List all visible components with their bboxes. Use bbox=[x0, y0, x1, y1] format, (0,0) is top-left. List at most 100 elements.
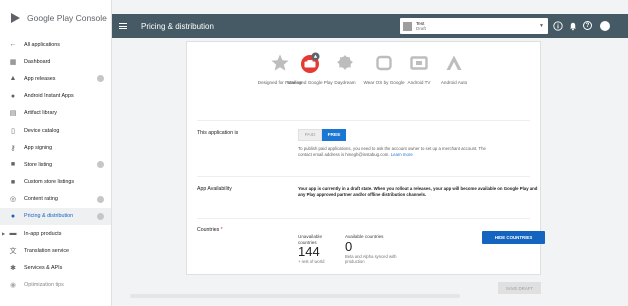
play-console-logo-icon bbox=[11, 13, 20, 23]
check-icon bbox=[97, 161, 104, 169]
app-name: Test bbox=[416, 20, 425, 26]
availability-label: App Availability bbox=[197, 186, 232, 192]
sidebar-item-label: Android Instant Apps bbox=[24, 93, 74, 100]
availability-section: App Availability Your app is currently i… bbox=[197, 176, 537, 218]
store-icon: ■ bbox=[10, 161, 16, 169]
check-icon bbox=[97, 75, 104, 83]
chevron-down-icon: ▼ bbox=[539, 23, 544, 29]
sidebar-item-label: Device catalog bbox=[24, 127, 60, 134]
paid-free-toggle: PAID FREE bbox=[298, 129, 346, 141]
sidebar-item-dashboard[interactable]: ▦ Dashboard bbox=[0, 53, 111, 70]
library-icon: ▤ bbox=[9, 110, 17, 118]
info-icon[interactable] bbox=[552, 20, 563, 31]
sidebar-item-label: In-app products bbox=[24, 230, 62, 237]
device-label: Android TV bbox=[407, 80, 431, 85]
sidebar-item-optimization-tips[interactable]: ◉ Optimization tips bbox=[0, 277, 111, 294]
instant-app-icon: ● bbox=[10, 92, 16, 100]
sidebar-item-label: App releases bbox=[24, 75, 56, 82]
sidebar-item-label: Artifact library bbox=[24, 110, 57, 117]
page-title: Pricing & distribution bbox=[141, 21, 214, 31]
rating-icon: ◎ bbox=[9, 196, 17, 204]
services-icon: ✱ bbox=[10, 265, 16, 273]
pricing-label: This application is bbox=[197, 130, 239, 136]
sidebar-item-label: Services & APIs bbox=[24, 265, 63, 272]
sidebar-item-label: Content rating bbox=[24, 196, 58, 203]
sidebar-item-device-catalog[interactable]: ▯ Device catalog bbox=[0, 122, 111, 139]
save-draft-button[interactable]: SAVE DRAFT bbox=[498, 282, 541, 294]
bulb-icon: ◉ bbox=[9, 282, 17, 290]
sidebar-item-label: App signing bbox=[24, 144, 53, 151]
available-countries: Available countries 0 Beta and Alpha syn… bbox=[345, 234, 415, 265]
unavailable-count: 144 bbox=[298, 244, 320, 260]
availability-text: Your app is currently in a draft state. … bbox=[298, 186, 538, 197]
paid-option[interactable]: PAID bbox=[298, 129, 322, 141]
app-selector[interactable]: Test Draft ▼ bbox=[400, 18, 548, 34]
free-option[interactable]: FREE bbox=[322, 129, 346, 141]
sidebar-item-artifact-library[interactable]: ▤ Artifact library bbox=[0, 105, 111, 122]
rocket-icon: ▲ bbox=[9, 75, 17, 83]
sidebar-item-label: Custom store listings bbox=[24, 179, 75, 186]
sidebar-item-label: Pricing & distribution bbox=[24, 213, 74, 220]
dashboard-icon: ▦ bbox=[9, 58, 17, 66]
sidebar-item-label: Optimization tips bbox=[24, 282, 64, 289]
translate-icon: 文 bbox=[9, 247, 17, 255]
device-android-auto[interactable]: Android Auto bbox=[429, 52, 479, 86]
countries-section: Countries * Unavailable countries 144 + … bbox=[197, 218, 545, 274]
wear-os-icon bbox=[373, 52, 395, 74]
sidebar-item-translation-service[interactable]: 文 Translation service bbox=[0, 242, 111, 259]
sidebar-item-custom-store-listings[interactable]: ■ Custom store listings bbox=[0, 174, 111, 191]
bell-icon[interactable] bbox=[567, 20, 578, 31]
logo[interactable]: Google Play Console bbox=[0, 0, 111, 36]
check-icon bbox=[97, 195, 104, 203]
required-mark: * bbox=[220, 227, 223, 233]
sidebar-item-all-applications[interactable]: ← All applications bbox=[0, 36, 111, 53]
sidebar-item-label: Store listing bbox=[24, 161, 53, 168]
sidebar-item-store-listing[interactable]: ■ Store listing bbox=[0, 156, 111, 173]
check-icon bbox=[97, 212, 104, 220]
sidebar-item-instant-apps[interactable]: ● Android Instant Apps bbox=[0, 88, 111, 105]
unavailable-label: Unavailable countries bbox=[298, 234, 323, 245]
globe-icon: ● bbox=[10, 212, 16, 220]
sidebar-item-app-releases[interactable]: ▲ App releases bbox=[0, 70, 111, 87]
app-selector-text: Test Draft bbox=[416, 21, 426, 32]
android-tv-icon bbox=[408, 52, 430, 74]
unavailable-sub: + rest of world bbox=[298, 259, 325, 265]
merchant-note: To publish paid applications, you need t… bbox=[298, 146, 498, 158]
pricing-distribution-card: Designed for Families Managed Google Pla… bbox=[186, 41, 545, 275]
custom-store-icon: ■ bbox=[10, 178, 16, 186]
countries-label: Countries * bbox=[197, 227, 223, 233]
app-status: Draft bbox=[416, 26, 426, 31]
app-thumbnail bbox=[403, 21, 412, 31]
arrow-left-icon: ← bbox=[9, 41, 17, 49]
logo-text: Google Play Console bbox=[27, 13, 107, 23]
unavailable-countries: Unavailable countries 144 + rest of worl… bbox=[298, 234, 338, 265]
top-app-bar: Pricing & distribution Test Draft ▼ ? bbox=[112, 14, 628, 38]
sidebar-item-label: Dashboard bbox=[24, 58, 51, 65]
sidebar-item-label: Translation service bbox=[24, 247, 70, 254]
android-auto-icon bbox=[443, 52, 465, 74]
pricing-section: This application is PAID FREE To publish… bbox=[197, 120, 530, 176]
managed-play-icon bbox=[299, 52, 321, 74]
menu-icon[interactable] bbox=[119, 23, 127, 29]
hide-countries-button[interactable]: HIDE COUNTRIES bbox=[482, 231, 545, 244]
sidebar-item-content-rating[interactable]: ◎ Content rating bbox=[0, 191, 111, 208]
sidebar-item-in-app-products[interactable]: ▶ ▬ In-app products bbox=[0, 225, 111, 242]
available-sub: Beta and Alpha synced with production bbox=[345, 253, 397, 265]
countries-label-text: Countries bbox=[197, 227, 220, 233]
sidebar: Google Play Console ← All applications ▦… bbox=[0, 0, 112, 306]
expand-caret-icon: ▶ bbox=[2, 231, 6, 237]
learn-more-link[interactable]: Learn more bbox=[391, 152, 413, 157]
device-label: Daydream bbox=[334, 80, 356, 85]
sidebar-item-app-signing[interactable]: ⚷ App signing bbox=[0, 139, 111, 156]
available-count: 0 bbox=[345, 238, 353, 254]
device-label: Android Auto bbox=[440, 80, 468, 85]
sidebar-item-label: All applications bbox=[24, 41, 60, 48]
key-icon: ⚷ bbox=[10, 144, 16, 152]
footer-bar bbox=[130, 294, 460, 298]
daydream-icon bbox=[334, 52, 356, 74]
sidebar-item-pricing-distribution[interactable]: ● Pricing & distribution bbox=[0, 207, 111, 226]
device-icon: ▯ bbox=[11, 127, 15, 135]
sidebar-item-services-apis[interactable]: ✱ Services & APIs bbox=[0, 259, 111, 276]
help-icon[interactable]: ? bbox=[582, 20, 593, 31]
avatar[interactable] bbox=[599, 20, 610, 31]
